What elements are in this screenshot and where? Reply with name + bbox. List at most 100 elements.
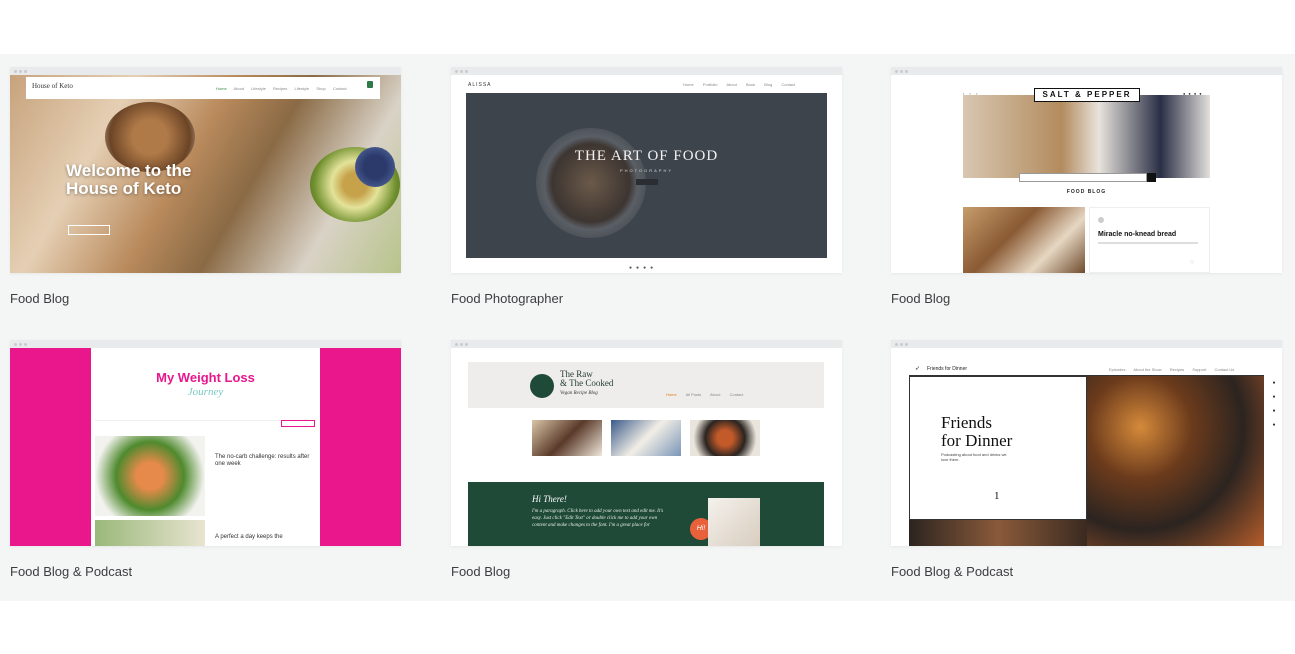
social-icons: ●●●● [629, 265, 657, 271]
nav-item[interactable]: Contact [781, 82, 795, 87]
cart-icon[interactable] [367, 81, 373, 88]
template-thumbnail[interactable]: ALISSA Home Portfolio About Book Blog Co… [451, 67, 842, 273]
search-input[interactable] [1019, 173, 1147, 182]
bottom-food-image [909, 520, 1087, 546]
nav-item[interactable]: Home [683, 82, 694, 87]
recipe-thumb[interactable] [690, 420, 760, 456]
hero-subheading: PHOTOGRAPHY [619, 168, 674, 173]
intro-heading: Hi There! [532, 494, 567, 504]
blog-title[interactable]: My Weight Loss [91, 370, 320, 385]
nav-item[interactable]: About [710, 392, 720, 397]
facebook-icon[interactable]: ● [629, 265, 636, 271]
pinterest-icon[interactable]: ● [1266, 404, 1282, 418]
plate-image [536, 128, 646, 238]
brand-name[interactable]: Friends for Dinner [927, 366, 967, 372]
template-thumbnail[interactable]: My Weight Loss Journey The no-carb chall… [10, 340, 401, 546]
post-title[interactable]: The no-carb challenge: results after one… [215, 454, 311, 468]
intro-paragraph: I'm a paragraph. Click here to add your … [532, 509, 664, 528]
site-header: ➶ Friends for Dinner Episodes About the … [909, 362, 1264, 376]
nav-item[interactable]: Recipes [1170, 367, 1184, 372]
facebook-icon[interactable]: ● [1266, 390, 1282, 404]
template-thumbnail[interactable]: House of Keto Home About Lifestyle Recip… [10, 67, 401, 273]
nav-item[interactable]: Lifestyle [295, 86, 310, 91]
template-thumbnail[interactable]: ➶ Friends for Dinner Episodes About the … [891, 340, 1282, 546]
hero-heading: THE ART OF FOOD [574, 148, 719, 164]
site-header: The Raw & The Cooked Vegan Recipe Blog H… [468, 362, 824, 408]
browser-chrome [891, 67, 1282, 75]
site-logo[interactable] [530, 374, 554, 398]
intro-section: Hi There! I'm a paragraph. Click here to… [468, 482, 824, 546]
nav-item[interactable]: Shop [316, 86, 325, 91]
instagram-icon[interactable]: ● [650, 265, 657, 271]
section-heading: FOOD BLOG [1066, 189, 1107, 195]
nav-item[interactable]: Recipes [273, 86, 287, 91]
template-label[interactable]: Food Blog & Podcast [10, 564, 132, 579]
heart-icon[interactable]: ♡ [1190, 260, 1194, 266]
template-label[interactable]: Food Blog & Podcast [891, 564, 1013, 579]
template-label[interactable]: Food Blog [451, 564, 510, 579]
nav-item[interactable]: Home [666, 392, 677, 397]
site-title: The Raw & The Cooked [560, 370, 613, 388]
site-nav: Home Portfolio About Book Blog Contact [683, 82, 795, 87]
nav-item[interactable]: Blog [764, 82, 772, 87]
post-image-2[interactable] [95, 520, 205, 546]
nav-item[interactable]: Contact [333, 86, 347, 91]
browser-chrome [10, 340, 401, 348]
recipe-thumb[interactable] [611, 420, 681, 456]
post-title[interactable]: Miracle no-knead bread [1098, 231, 1176, 238]
hero-heading: Welcome to the House of Keto [66, 161, 192, 198]
nav-item[interactable]: Home [216, 86, 227, 91]
site-logo[interactable]: SALT & PEPPER [1034, 88, 1140, 102]
hero-heading-line: for Dinner [941, 431, 1013, 450]
hero-text: Podcasting about food and drinks we love… [941, 452, 1007, 462]
nav-item[interactable]: About [726, 82, 736, 87]
hero-heading-line: Friends [941, 413, 992, 432]
nav-item[interactable]: Episodes [1109, 367, 1125, 372]
brand-logo[interactable]: ALISSA [468, 82, 492, 88]
nav-item[interactable]: Support [1192, 367, 1206, 372]
nav-item[interactable]: About the Show [1133, 367, 1161, 372]
blueberries-image [355, 147, 395, 187]
post-title-2[interactable]: A perfect a day keeps the [215, 534, 311, 541]
site-title: House of Keto [32, 82, 73, 90]
post-excerpt [1098, 242, 1198, 244]
twitter-icon[interactable]: ● [1266, 376, 1282, 390]
template-thumbnail[interactable]: ▪ ▪ ▪ ●●●● SALT & PEPPER FOOD BLOG Mirac… [891, 67, 1282, 273]
intro-photo [708, 498, 760, 546]
nav-item[interactable]: Lifestyle [251, 86, 266, 91]
episode-number: 1 [994, 490, 1000, 502]
site-nav: Home All Posts About Contact [666, 392, 743, 397]
template-label[interactable]: Food Photographer [451, 291, 563, 306]
template-label[interactable]: Food Blog [891, 291, 950, 306]
twitter-icon[interactable]: ● [636, 265, 643, 271]
nav-item[interactable]: Book [746, 82, 755, 87]
browser-chrome [451, 67, 842, 75]
nav-item[interactable]: Contact Us [1214, 367, 1234, 372]
post-card[interactable]: Miracle no-knead bread ♡ [1089, 207, 1210, 273]
browser-chrome [891, 340, 1282, 348]
nav-item[interactable]: About [234, 86, 244, 91]
template-thumbnail[interactable]: The Raw & The Cooked Vegan Recipe Blog H… [451, 340, 842, 546]
post-image[interactable] [95, 436, 205, 516]
hero-image: THE ART OF FOOD PHOTOGRAPHY [466, 93, 827, 258]
recipe-thumb[interactable] [532, 420, 602, 456]
bird-logo-icon[interactable]: ➶ [915, 365, 920, 372]
subscribe-button[interactable] [281, 420, 315, 427]
hero-button[interactable] [636, 179, 658, 185]
nav-item[interactable]: Contact [730, 392, 744, 397]
avatar [1098, 217, 1104, 223]
post-image[interactable] [963, 207, 1085, 273]
hero-button[interactable] [68, 225, 110, 235]
template-label[interactable]: Food Blog [10, 291, 69, 306]
pattern-sidebar-right [320, 348, 401, 546]
browser-chrome [451, 340, 842, 348]
nav-item[interactable]: All Posts [686, 392, 702, 397]
pattern-sidebar-left [10, 348, 91, 546]
nav-item[interactable]: Portfolio [703, 82, 718, 87]
browser-chrome [10, 67, 401, 75]
title-line: & The Cooked [560, 378, 614, 388]
site-header: House of Keto Home About Lifestyle Recip… [26, 77, 380, 99]
search-icon[interactable] [1147, 173, 1156, 182]
podcast-icon[interactable]: ● [1266, 418, 1282, 432]
page-content: My Weight Loss Journey The no-carb chall… [91, 348, 320, 546]
